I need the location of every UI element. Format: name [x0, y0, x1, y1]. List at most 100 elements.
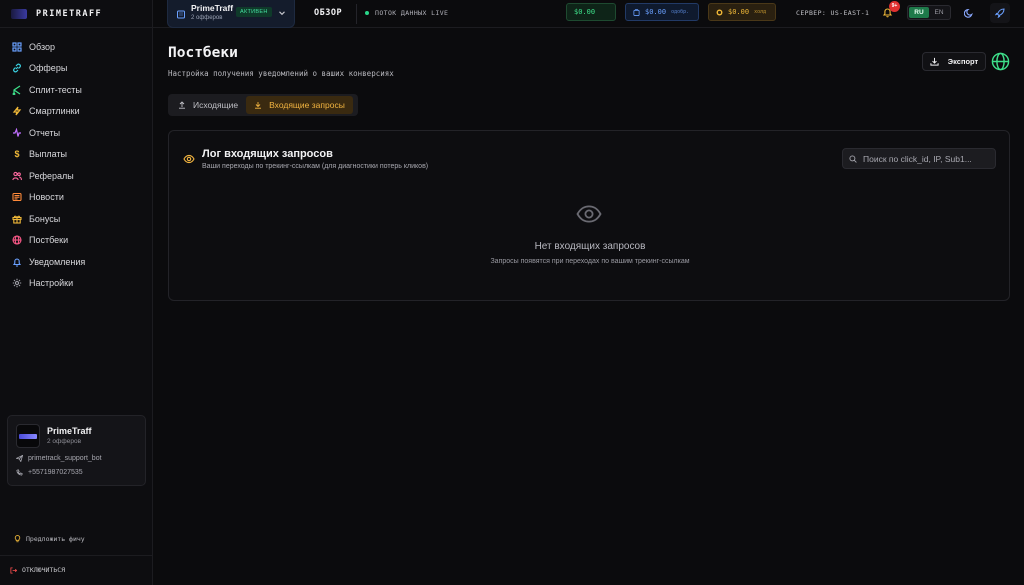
sidebar-item-reports[interactable]: Отчеты — [0, 122, 153, 144]
sidebar-item-notifications[interactable]: Уведомления — [0, 251, 153, 273]
incoming-log-panel: Лог входящих запросов Ваши переходы по т… — [168, 130, 1010, 301]
brand-name: PRIMETRAFF — [36, 8, 103, 19]
activity-icon — [12, 127, 22, 138]
sidebar-item-label: Отчеты — [29, 127, 61, 138]
approved-pill[interactable]: $0.00 одобр. — [625, 3, 699, 21]
sidebar-item-label: Настройки — [29, 278, 74, 289]
search-icon — [849, 154, 857, 163]
tab-incoming[interactable]: Входящие запросы — [246, 96, 353, 114]
globe-icon[interactable] — [991, 52, 1010, 71]
balance-pill[interactable]: $0.00 — [566, 3, 616, 21]
sidebar-item-label: Новости — [29, 192, 64, 203]
support-phone-link[interactable]: +5571987027535 — [16, 469, 83, 476]
support-telegram-text: primetrack_support_bot — [28, 455, 102, 462]
language-switcher: RU EN — [907, 5, 951, 20]
upload-icon — [179, 101, 185, 109]
sidebar-item-overview[interactable]: Обзор — [0, 36, 153, 58]
server-label: СЕРВЕР: US-EAST-1 — [796, 9, 870, 17]
disconnect-button[interactable]: ОТКЛЮЧИТЬСЯ — [10, 566, 65, 574]
sidebar-item-label: Обзор — [29, 41, 55, 52]
clipboard-icon — [633, 8, 640, 16]
sidebar-nav: Обзор Офферы Сплит-тесты Смартлинки Отче… — [0, 36, 153, 294]
moon-icon[interactable] — [964, 8, 974, 18]
building-icon — [177, 10, 185, 19]
disconnect-label: ОТКЛЮЧИТЬСЯ — [22, 566, 66, 574]
main-content: Постбеки Настройка получения уведомлений… — [153, 28, 1024, 585]
brand-card-title: PrimeTraff — [47, 426, 92, 436]
gear-icon — [12, 278, 22, 288]
notification-count-badge: 9+ — [889, 1, 900, 12]
tab-incoming-label: Входящие запросы — [269, 100, 345, 110]
sidebar-item-label: Сплит-тесты — [29, 84, 82, 95]
lang-ru-button[interactable]: RU — [909, 7, 929, 18]
bolt-icon — [12, 106, 22, 116]
hold-pill[interactable]: $0.00 холд — [708, 3, 776, 21]
send-icon — [16, 455, 23, 462]
approved-note: одобр. — [671, 9, 690, 15]
gift-icon — [12, 214, 22, 224]
globe-icon — [12, 235, 22, 245]
lightbulb-icon — [14, 535, 21, 543]
users-icon — [12, 171, 22, 181]
postback-tabs: Исходящие Входящие запросы — [168, 94, 358, 116]
status-badge: АКТИВЕН — [236, 7, 272, 17]
disconnect-area: ОТКЛЮЧИТЬСЯ — [0, 555, 153, 585]
sidebar-item-smartlinks[interactable]: Смартлинки — [0, 101, 153, 123]
tab-outgoing-label: Исходящие — [193, 100, 239, 110]
split-icon — [12, 85, 22, 95]
brand-switcher-subtitle: 2 офферов — [191, 15, 223, 21]
topbar-divider — [356, 4, 357, 24]
panel-title: Лог входящих запросов — [202, 148, 333, 160]
sidebar-item-postbacks[interactable]: Постбеки — [0, 230, 153, 252]
rocket-icon — [995, 8, 1005, 18]
newspaper-icon — [12, 192, 22, 202]
brand-switcher-name: PrimeTraff — [191, 3, 234, 13]
export-label: Экспорт — [947, 57, 979, 66]
support-phone-text: +5571987027535 — [28, 469, 83, 476]
lang-en-button[interactable]: EN — [929, 7, 949, 18]
sidebar: PRIMETRAFF Обзор Офферы Сплит-тесты Смар… — [0, 0, 153, 585]
empty-state-subtitle: Запросы появятся при переходах по вашим … — [490, 258, 690, 265]
download-icon — [930, 57, 939, 66]
suggest-feature-link[interactable]: Предложить фичу — [14, 535, 85, 543]
bell-icon — [12, 257, 22, 267]
sidebar-item-news[interactable]: Новости — [0, 187, 153, 209]
eye-icon — [183, 154, 195, 164]
link-icon — [12, 63, 22, 73]
app-root: PRIMETRAFF Обзор Офферы Сплит-тесты Смар… — [0, 0, 1024, 585]
page-subtitle: Настройка получения уведомлений о ваших … — [168, 69, 394, 78]
export-button[interactable]: Экспорт — [922, 52, 986, 71]
chevron-down-icon — [279, 11, 285, 16]
live-stream-label: ПОТОК ДАННЫХ LIVE — [375, 9, 449, 17]
suggest-feature-label: Предложить фичу — [26, 535, 85, 543]
sidebar-item-label: Постбеки — [29, 235, 69, 246]
hold-note: холд — [754, 9, 767, 15]
support-telegram-link[interactable]: primetrack_support_bot — [16, 455, 102, 462]
search-box — [842, 148, 996, 169]
approved-value: $0.00 — [645, 8, 667, 16]
coin-icon — [716, 9, 723, 15]
overview-label[interactable]: ОБЗОР — [314, 8, 342, 18]
sidebar-item-split-tests[interactable]: Сплит-тесты — [0, 79, 153, 101]
sidebar-item-offers[interactable]: Офферы — [0, 58, 153, 80]
page-title: Постбеки — [168, 45, 238, 61]
sidebar-item-label: Бонусы — [29, 213, 61, 224]
brand-card: PrimeTraff 2 офферов primetrack_support_… — [7, 415, 146, 486]
rocket-button[interactable] — [990, 3, 1010, 23]
sidebar-item-settings[interactable]: Настройки — [0, 273, 153, 295]
hold-value: $0.00 — [728, 8, 750, 16]
sidebar-item-referrals[interactable]: Рефералы — [0, 165, 153, 187]
download-icon — [255, 102, 262, 109]
brand-card-subtitle: 2 офферов — [47, 438, 82, 445]
sidebar-item-bonuses[interactable]: Бонусы — [0, 208, 153, 230]
empty-state-title: Нет входящих запросов — [534, 241, 646, 252]
tab-outgoing[interactable]: Исходящие — [170, 96, 246, 114]
brand[interactable]: PRIMETRAFF — [0, 0, 152, 28]
panel-subtitle: Ваши переходы по трекинг-ссылкам (для ди… — [202, 163, 429, 170]
brand-switcher[interactable]: PrimeTraff 2 офферов АКТИВЕН — [167, 0, 295, 28]
sidebar-item-payouts[interactable]: $ Выплаты — [0, 144, 153, 166]
sidebar-item-label: Рефералы — [29, 170, 74, 181]
sidebar-item-label: Смартлинки — [29, 106, 80, 117]
balance-value: $0.00 — [574, 8, 596, 16]
search-input[interactable] — [863, 153, 993, 164]
